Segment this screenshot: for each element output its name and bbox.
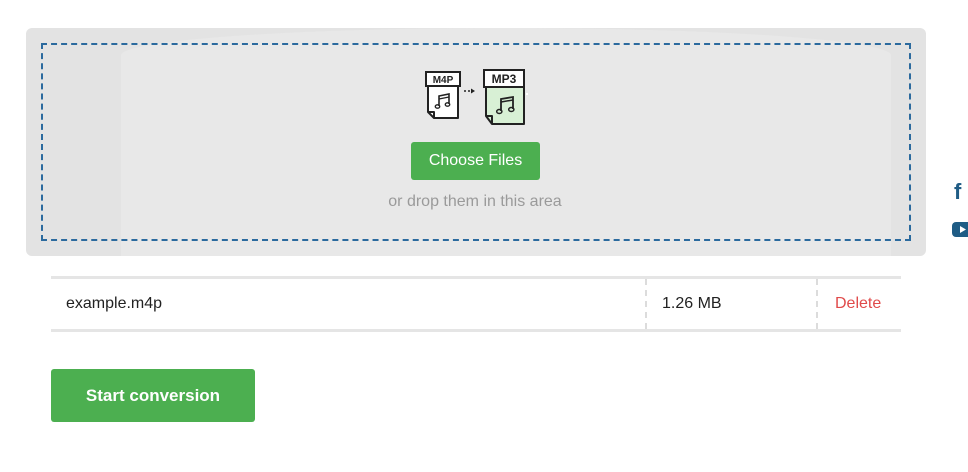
converter-page: M4P MP3 Choose Files or drop them in thi… bbox=[0, 0, 968, 472]
file-size: 1.26 MB bbox=[645, 279, 816, 329]
target-format-label: MP3 bbox=[492, 72, 517, 86]
file-action-cell: Delete bbox=[816, 279, 901, 329]
facebook-icon[interactable]: f bbox=[954, 180, 961, 204]
choose-files-button[interactable]: Choose Files bbox=[411, 142, 540, 180]
target-file-icon: MP3 bbox=[483, 69, 528, 125]
file-name: example.m4p bbox=[66, 295, 163, 312]
source-format-label: M4P bbox=[433, 75, 454, 86]
file-list-row: example.m4p 1.26 MB Delete bbox=[51, 276, 901, 332]
format-conversion-illustration: M4P MP3 bbox=[425, 69, 528, 125]
drop-hint-text: or drop them in this area bbox=[388, 193, 562, 210]
youtube-icon[interactable] bbox=[952, 222, 968, 237]
start-conversion-button[interactable]: Start conversion bbox=[51, 369, 255, 422]
delete-file-link[interactable]: Delete bbox=[835, 295, 881, 313]
arrow-right-icon bbox=[464, 88, 475, 94]
source-file-icon: M4P bbox=[425, 71, 461, 119]
